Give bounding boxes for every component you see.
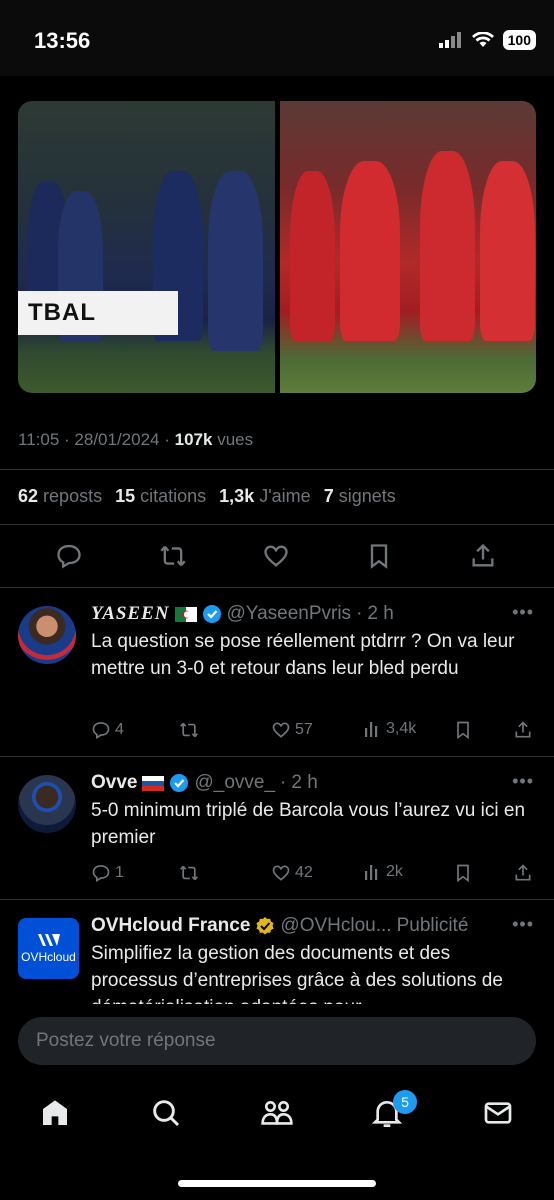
tweet-media[interactable]: TBAL [18,101,536,393]
media-photo-brest[interactable] [279,101,536,393]
tweet-meta: 11:05 · 28/01/2024 · 107k vues [18,430,254,449]
promoted-item[interactable]: OVHcloud OVHcloud France @OVHclou... Pub… [0,900,554,1004]
ovh-logo-icon [37,934,60,946]
signal-icon [438,32,463,48]
bookmark-icon [457,721,469,740]
battery-indicator: 100 [502,30,536,50]
reply-composer[interactable]: Postez votre réponse [18,1017,536,1065]
reply-text: La question se pose réellement ptdrrr ? … [91,631,515,679]
reply-like-button[interactable]: 42 [271,863,313,883]
ad-author-name[interactable]: OVHcloud France [91,915,250,937]
repost-icon[interactable] [155,538,191,574]
reply-text: 5-0 minimum triplé de Barcola vous l’aur… [91,800,526,848]
reply-icon [92,865,110,882]
like-icon [272,865,290,881]
reply-views-button[interactable]: 2k [364,863,403,881]
repost-icon [180,865,198,881]
reply-share-button[interactable] [513,863,533,883]
tweet-stats: 62 reposts 15 citations 1,3k J'aime 7 si… [18,486,396,507]
tweet-views-label: vues [217,430,254,449]
reply-icon [92,722,110,739]
like-icon [272,722,290,738]
ad-handle[interactable]: @OVHclou... [280,915,391,937]
reply-header: YASEEN @YaseenPvris · 2 h [91,603,394,625]
reply-repost-button[interactable] [179,863,199,883]
share-icon[interactable] [465,538,501,574]
notifications-badge: 5 [393,1090,417,1114]
reply-item[interactable]: YASEEN @YaseenPvris · 2 h ••• La questio… [0,588,554,756]
status-icons: 100 [438,30,536,50]
bottom-nav [0,1085,554,1145]
views-icon [365,865,378,880]
media-banner-text: TBAL [18,291,178,335]
reposts-stat[interactable]: 62 reposts [18,486,102,507]
ovhcloud-logo[interactable]: OVHcloud [18,918,79,979]
messages-icon[interactable] [478,1093,518,1133]
divider [0,524,554,525]
reply-author-name[interactable]: YASEEN [91,603,170,625]
avatar[interactable] [18,606,76,664]
reply-bookmark-button[interactable] [453,863,473,883]
reply-handle[interactable]: @YaseenPvris [227,603,352,625]
share-icon [515,721,531,738]
reply-bookmark-button[interactable] [453,720,473,740]
communities-icon[interactable] [257,1093,297,1133]
reply-header: Ovve @_ovve_ · 2 h [91,772,318,794]
search-icon[interactable] [146,1093,186,1133]
algeria-flag-icon [174,606,197,622]
more-options-icon[interactable]: ••• [512,914,534,935]
home-indicator [178,1180,376,1187]
reply-views-button[interactable]: 3,4k [364,720,416,738]
reply-item[interactable]: Ovve @_ovve_ · 2 h ••• 5-0 minimum tripl… [0,757,554,899]
reply-reply-button[interactable]: 4 [91,720,124,740]
status-time: 13:56 [34,28,91,53]
reply-share-button[interactable] [513,720,533,740]
reply-author-name[interactable]: Ovve [91,772,137,794]
verified-badge-icon [202,604,222,624]
composer-placeholder[interactable]: Postez votre réponse [36,1030,216,1052]
wifi-icon [471,32,494,48]
divider [0,469,554,470]
reply-age: 2 h [291,772,318,793]
verified-business-badge-icon [255,916,275,936]
tweet-date: 28/01/2024 [74,430,160,449]
verified-badge-icon [169,773,189,793]
like-icon[interactable] [258,538,294,574]
reply-repost-button[interactable] [179,720,199,740]
repost-icon [180,722,198,738]
bookmark-icon[interactable] [361,538,397,574]
quotes-stat[interactable]: 15 citations [115,486,206,507]
tweet-actions [0,538,554,576]
share-icon [515,864,531,881]
bookmark-icon [457,864,469,883]
reply-age: 2 h [367,603,394,624]
bookmarks-stat[interactable]: 7 signets [324,486,396,507]
russia-flag-icon [142,775,165,791]
tweet-time: 11:05 [18,430,60,449]
ad-label: Publicité [396,915,469,936]
home-icon[interactable] [35,1093,75,1133]
ad-header: OVHcloud France @OVHclou... Publicité [91,915,468,937]
reply-actions: 1 42 2k [91,863,537,887]
reply-actions: 4 57 3,4k [91,720,537,744]
tweet-views-count: 107k [174,430,213,449]
avatar[interactable] [18,775,76,833]
status-bar: 13:56 100 [0,0,554,76]
likes-stat[interactable]: 1,3k J'aime [219,486,311,507]
reply-handle[interactable]: @_ovve_ [194,772,275,794]
ad-text: Simplifiez la gestion des documents et d… [91,943,503,1004]
media-photo-psg[interactable]: TBAL [18,101,275,393]
more-options-icon[interactable]: ••• [512,602,534,623]
more-options-icon[interactable]: ••• [512,771,534,792]
reply-like-button[interactable]: 57 [271,720,313,740]
views-icon [365,722,378,737]
reply-icon[interactable] [51,538,87,574]
reply-reply-button[interactable]: 1 [91,863,124,883]
